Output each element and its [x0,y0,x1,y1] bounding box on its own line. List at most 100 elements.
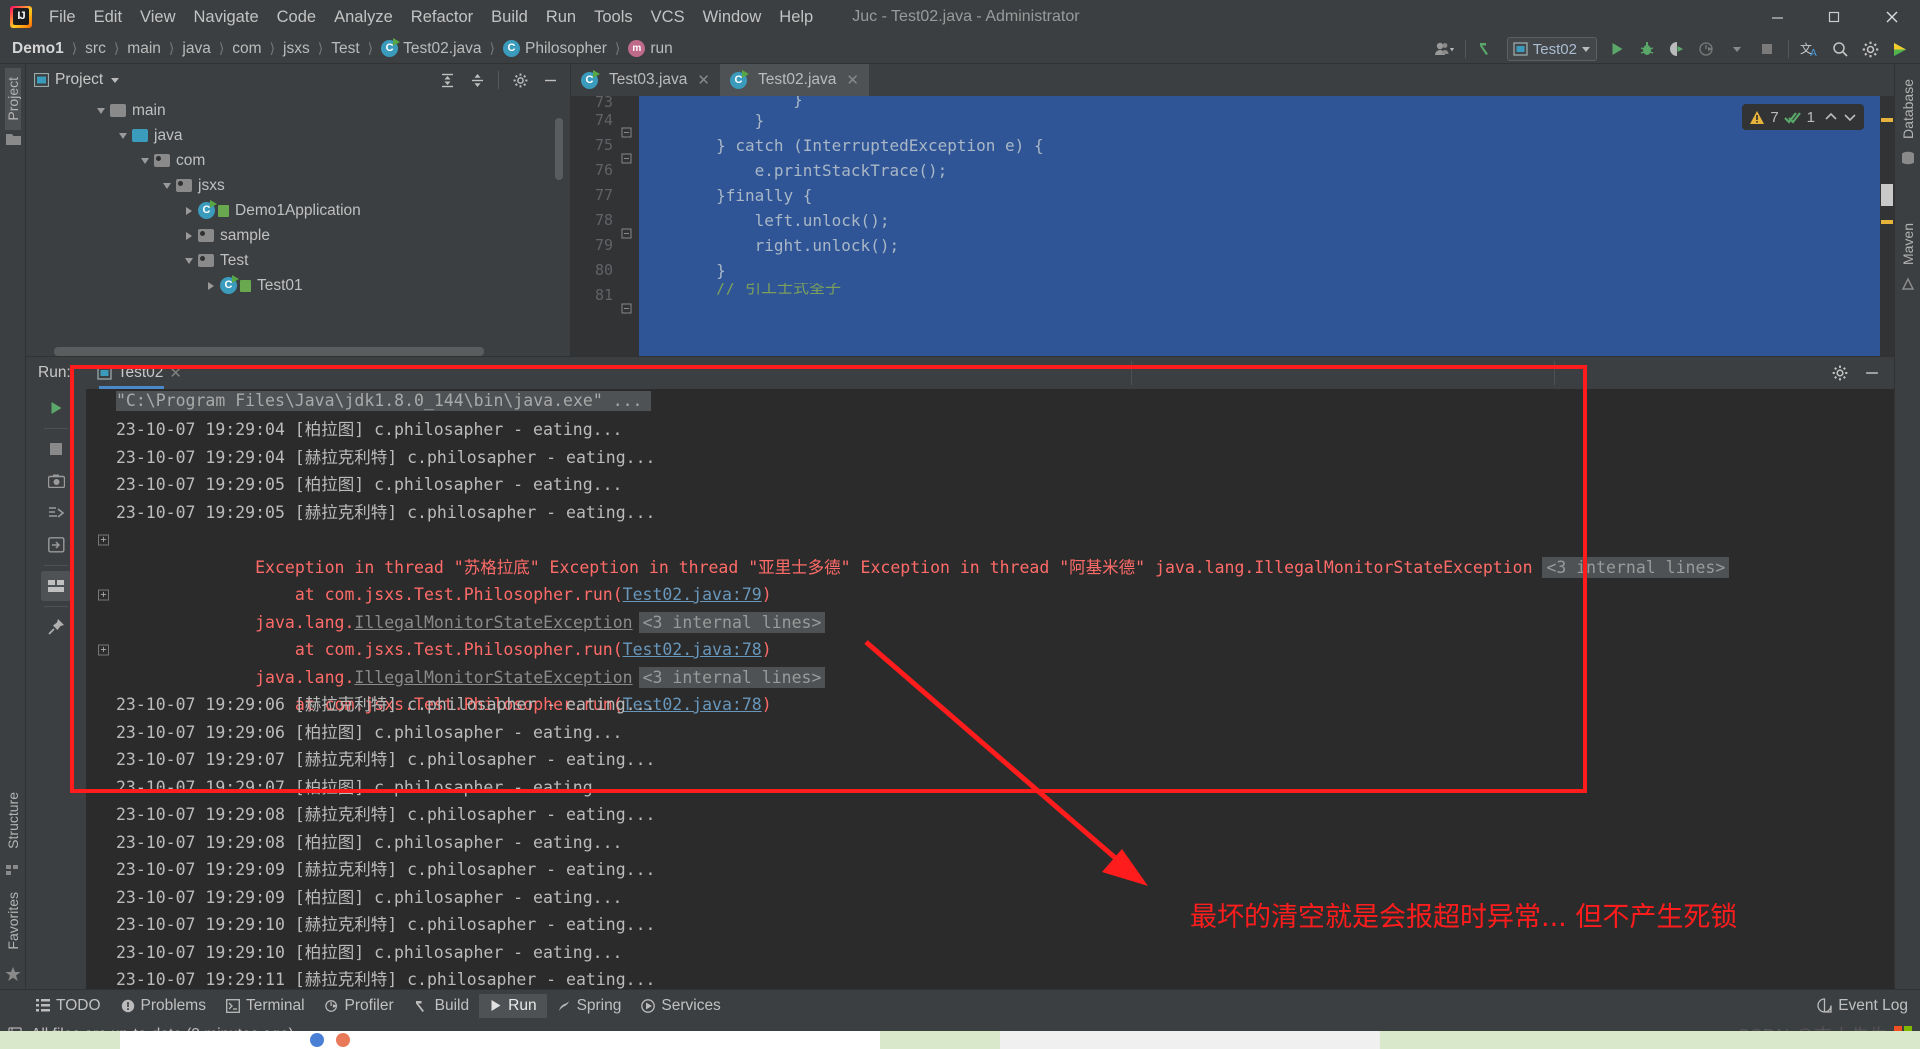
gear-icon[interactable] [1856,36,1884,62]
tool-window-icon-folder[interactable] [5,130,21,149]
chevron-down-icon[interactable] [1843,111,1857,123]
close-tab-icon[interactable]: ✕ [169,364,182,382]
rerun-button[interactable] [41,393,71,423]
screenshot-button[interactable] [41,466,71,496]
bottom-item-problems[interactable]: Problems [111,994,216,1018]
scrollbar-thumb[interactable] [1881,184,1893,206]
taskbar-window-2[interactable] [1000,1031,1380,1049]
restore-layout-button[interactable] [41,530,71,560]
breadcrumb-item-test[interactable]: Test [329,39,361,59]
menu-item-view[interactable]: View [131,5,184,30]
run-tab-test02[interactable]: Test02 ✕ [93,357,186,389]
hide-panel-icon[interactable] [536,67,564,93]
menu-item-run[interactable]: Run [537,5,585,30]
bottom-item-profiler[interactable]: Profiler [315,994,404,1018]
menu-item-file[interactable]: File [40,5,85,30]
breadcrumb-item-run[interactable]: m run [626,39,674,59]
pin-tab-button[interactable] [41,612,71,642]
print-thread-dump-button[interactable] [41,498,71,528]
breadcrumb-item-jsxs[interactable]: jsxs [281,39,312,59]
account-icon[interactable] [1430,36,1458,62]
profiler-button[interactable] [1693,36,1721,62]
star-icon[interactable] [5,963,21,985]
bottom-item-build[interactable]: Build [404,994,479,1018]
structure-icon[interactable] [6,861,20,879]
expand-icon[interactable]: + [98,589,109,601]
chevron-down-icon[interactable] [141,157,149,164]
tree-item-demo1application[interactable]: C Demo1Application [26,198,570,223]
menu-item-help[interactable]: Help [770,5,822,30]
soft-wrap-button[interactable] [41,571,71,601]
chevron-down-icon[interactable] [119,132,127,139]
menu-item-code[interactable]: Code [268,5,325,30]
tree-item-jsxs[interactable]: jsxs [26,173,570,198]
breadcrumb-item-com[interactable]: com [230,39,263,59]
breadcrumb-item-src[interactable]: src [83,39,108,59]
bottom-item-todo[interactable]: TODO [26,994,111,1018]
editor-tab-test03[interactable]: C Test03.java ✕ [571,64,720,96]
expand-icon[interactable]: + [98,644,109,656]
run-configuration-selector[interactable]: Test02 [1506,37,1597,61]
breadcrumb-item-main[interactable]: main [125,39,163,59]
collapse-all-icon[interactable] [463,67,491,93]
run-button[interactable] [1603,36,1631,62]
maximize-button[interactable] [1806,0,1863,34]
breadcrumb-item-java[interactable]: java [180,39,212,59]
menu-item-analyze[interactable]: Analyze [325,5,402,30]
bottom-item-run[interactable]: Run [479,993,547,1018]
ide-feature-icon[interactable] [1886,36,1914,62]
project-tree-vertical-scrollbar[interactable] [555,118,563,180]
tool-window-button-maven[interactable]: Maven [1900,214,1916,274]
gear-icon[interactable] [1826,360,1854,386]
tree-item-sample[interactable]: sample [26,223,570,248]
menu-item-refactor[interactable]: Refactor [402,5,482,30]
menu-item-edit[interactable]: Edit [85,5,131,30]
event-log-label[interactable]: Event Log [1838,997,1908,1015]
editor-gutter[interactable]: 73 74 75 76 77 78 79 80 81 [571,96,639,356]
tool-window-button-database[interactable]: Database [1900,70,1916,148]
tree-item-com[interactable]: com [26,148,570,173]
event-log-icon[interactable] [1817,998,1832,1013]
debug-button[interactable] [1633,36,1661,62]
profiler-dropdown-icon[interactable] [1723,36,1751,62]
chevron-right-icon[interactable] [208,281,214,290]
editor-tab-test02[interactable]: C Test02.java ✕ [720,64,869,96]
code-editor[interactable]: 73 74 75 76 77 78 79 80 81}}} catch (… [571,96,1894,356]
project-tree[interactable]: main java com jsxs C Demo1Application sa… [26,96,570,356]
menu-item-window[interactable]: Window [694,5,771,30]
chevron-right-icon[interactable] [186,231,192,240]
bottom-item-terminal[interactable]: Terminal [216,994,315,1018]
taskbar-window-1[interactable] [120,1031,880,1049]
close-button[interactable] [1863,0,1920,34]
tree-item-test01[interactable]: C Test01 [26,273,570,298]
tree-item-java[interactable]: java [26,123,570,148]
database-icon[interactable] [1901,148,1915,168]
chevron-down-icon[interactable] [111,77,120,83]
tool-window-button-structure[interactable]: Structure [5,783,21,858]
code-fold-markers[interactable] [621,110,633,340]
project-tree-horizontal-scrollbar[interactable] [54,347,484,356]
chevron-down-icon[interactable] [163,182,171,189]
maven-icon[interactable] [1901,274,1915,294]
translate-icon[interactable]: 文A [1796,36,1824,62]
stop-button[interactable] [1753,36,1781,62]
console-scrollbar[interactable] [1880,389,1894,989]
taskbar-icon-1[interactable] [310,1033,324,1047]
gear-icon[interactable] [506,67,534,93]
menu-item-tools[interactable]: Tools [585,5,642,30]
expand-icon[interactable]: + [98,534,109,546]
stop-button[interactable] [41,434,71,464]
inspection-widget[interactable]: 7 1 [1742,104,1864,130]
run-with-coverage-button[interactable] [1663,36,1691,62]
chevron-right-icon[interactable] [186,206,192,215]
tool-window-button-favorites[interactable]: Favorites [5,883,21,959]
chevron-down-icon[interactable] [97,107,105,114]
code-text[interactable]: } } } catch (InterruptedException e) { e… [639,96,1894,356]
minimize-button[interactable] [1749,0,1806,34]
tool-window-button-project[interactable]: Project [5,68,21,130]
taskbar-icon-2[interactable] [336,1033,350,1047]
bottom-item-services[interactable]: Services [631,994,730,1018]
breadcrumb-item-test02-java[interactable]: C Test02.java [379,38,483,59]
hide-panel-icon[interactable] [1858,360,1886,386]
breadcrumb-item-demo1[interactable]: Demo1 [10,39,66,59]
